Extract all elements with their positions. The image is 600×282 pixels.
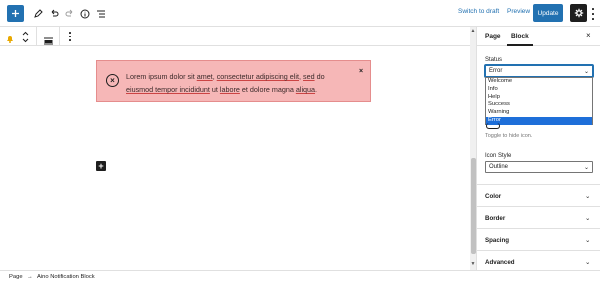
options-menu-button[interactable] — [591, 8, 595, 20]
kebab-dot — [69, 39, 71, 41]
undo-icon — [51, 9, 58, 16]
spellcheck-word: consectetur adipiscing elit — [216, 72, 299, 81]
tools-button[interactable] — [29, 5, 46, 22]
status-option[interactable]: Welcome — [486, 78, 592, 86]
close-icon[interactable]: × — [586, 31, 591, 40]
text-segment: Lorem ipsum dolor sit — [126, 72, 197, 81]
spellcheck-word: labore — [219, 85, 240, 94]
chevron-up-down-icon — [22, 31, 29, 43]
status-option[interactable]: Warning — [486, 109, 592, 117]
settings-sidebar: Page Block × Status Error ⌄ Welcome Info… — [476, 27, 600, 270]
status-option[interactable]: Success — [486, 101, 592, 109]
tab-block[interactable]: Block — [507, 33, 533, 46]
panel-title: Color — [485, 193, 502, 200]
spellcheck-word: sed — [303, 72, 315, 81]
toolbar-divider — [36, 27, 37, 45]
kebab-dot — [69, 35, 71, 38]
icon-style-select[interactable]: Outline ⌄ — [485, 161, 593, 173]
toolbar-divider — [59, 27, 60, 45]
breadcrumb: Page → Aino Notification Block — [0, 270, 600, 282]
update-button[interactable]: Update — [533, 4, 563, 22]
panel-border[interactable]: Border ⌄ — [477, 206, 600, 228]
close-icon[interactable]: × — [359, 68, 363, 75]
spellcheck-word: amet — [196, 72, 213, 81]
editor-canvas[interactable]: × Lorem ipsum dolor sit amet, consectetu… — [0, 46, 470, 270]
chevron-down-icon: ⌄ — [585, 237, 591, 244]
breadcrumb-current[interactable]: Aino Notification Block — [37, 274, 95, 280]
chevron-down-icon: ⌄ — [585, 193, 591, 200]
text-segment: et dolore magna — [239, 85, 296, 94]
icon-style-label: Icon Style — [485, 153, 512, 159]
redo-icon — [65, 9, 72, 16]
bell-icon — [7, 36, 13, 43]
list-view-button[interactable] — [92, 5, 109, 22]
chevron-down-icon: ⌄ — [583, 165, 589, 171]
toggle-help-text: Toggle to hide icon. — [485, 133, 533, 139]
breadcrumb-separator-icon: → — [27, 274, 33, 280]
switch-to-draft-link[interactable]: Switch to draft — [458, 8, 499, 15]
block-options-button[interactable] — [68, 32, 72, 41]
status-label: Status — [485, 57, 503, 63]
kebab-dot — [592, 18, 594, 20]
text-segment: do — [314, 72, 325, 81]
sidebar-tabs: Page Block × — [477, 27, 600, 46]
preview-link[interactable]: Preview — [507, 8, 530, 15]
list-view-icon — [96, 10, 105, 17]
block-type-button[interactable] — [5, 31, 15, 43]
breadcrumb-root[interactable]: Page — [9, 274, 23, 280]
top-toolbar: Switch to draft Preview Update — [0, 0, 600, 27]
details-button[interactable] — [76, 5, 93, 22]
spellcheck-word: aliqua — [295, 85, 316, 94]
icon-style-value: Outline — [489, 164, 509, 170]
text-segment: . — [315, 85, 318, 94]
panel-title: Border — [485, 215, 506, 222]
chevron-down-icon: ⌄ — [585, 215, 591, 222]
info-icon — [80, 9, 89, 18]
add-block-button[interactable] — [7, 5, 24, 22]
kebab-dot — [592, 13, 594, 15]
undo-button[interactable] — [45, 5, 62, 22]
pencil-icon — [33, 8, 43, 18]
gear-icon — [574, 8, 583, 18]
panel-title: Spacing — [485, 237, 510, 244]
block-toolbar — [0, 27, 472, 46]
notification-text[interactable]: Lorem ipsum dolor sit amet, consectetur … — [126, 70, 348, 96]
status-select-value: Error — [489, 68, 503, 74]
chevron-down-icon: ⌄ — [583, 69, 589, 75]
panel-title: Advanced — [485, 259, 515, 266]
hide-icon-toggle[interactable] — [486, 123, 500, 129]
tab-page[interactable]: Page — [485, 33, 501, 40]
text-segment: ut — [209, 85, 220, 94]
status-dropdown-list[interactable]: Welcome Info Help Success Warning Error — [485, 77, 593, 125]
spellcheck-word: eiusmod tempor incididunt — [126, 85, 210, 94]
inline-add-block-button[interactable]: + — [96, 161, 106, 171]
kebab-dot — [592, 8, 594, 10]
settings-button[interactable] — [570, 4, 587, 22]
status-select[interactable]: Error ⌄ — [485, 65, 593, 77]
notification-block[interactable]: × Lorem ipsum dolor sit amet, consectetu… — [96, 60, 371, 102]
status-option-selected[interactable]: Error — [486, 116, 592, 125]
status-option[interactable]: Info — [486, 86, 592, 94]
panel-spacing[interactable]: Spacing ⌄ — [477, 228, 600, 250]
align-wide-icon — [44, 37, 53, 45]
plus-icon — [12, 10, 19, 17]
kebab-dot — [69, 32, 71, 34]
panel-advanced[interactable]: Advanced ⌄ — [477, 250, 600, 272]
status-option[interactable]: Help — [486, 94, 592, 102]
chevron-down-icon: ⌄ — [585, 259, 591, 266]
panel-color[interactable]: Color ⌄ — [477, 184, 600, 206]
error-icon: × — [106, 74, 119, 87]
